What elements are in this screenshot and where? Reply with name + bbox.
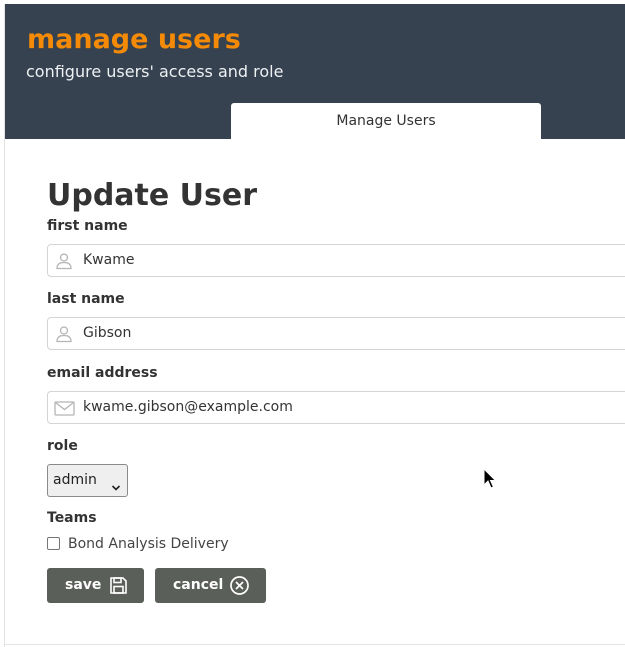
form-title: Update User [47, 178, 258, 213]
cancel-button-label: cancel [173, 577, 224, 593]
floppy-disk-icon [108, 575, 129, 596]
save-button-label: save [65, 577, 102, 593]
role-select[interactable]: admin [47, 464, 128, 497]
envelope-icon [54, 399, 75, 417]
first-name-label: first name [47, 218, 128, 234]
page: manage users configure users' access and… [0, 0, 625, 647]
page-subtitle: configure users' access and role [26, 62, 284, 81]
close-circle-icon [229, 575, 250, 596]
role-select-value: admin [53, 472, 97, 488]
mouse-cursor-icon [483, 467, 497, 490]
last-name-value: Gibson [83, 325, 132, 341]
user-icon [55, 252, 73, 270]
chevron-down-icon [111, 477, 121, 491]
content-border-bottom [4, 644, 625, 645]
team-checkbox-label[interactable]: Bond Analysis Delivery [68, 535, 229, 553]
teams-label: Teams [47, 510, 97, 526]
tab-manage-users[interactable]: Manage Users [231, 103, 541, 139]
role-label: role [47, 438, 78, 454]
email-field[interactable]: kwame.gibson@example.com [47, 391, 625, 424]
last-name-label: last name [47, 291, 125, 307]
cancel-button[interactable]: cancel [155, 568, 266, 603]
first-name-value: Kwame [83, 252, 135, 268]
user-icon [55, 325, 73, 343]
email-value: kwame.gibson@example.com [83, 399, 293, 415]
team-checkbox-bond-analysis-delivery[interactable] [47, 537, 60, 550]
page-title: manage users [27, 24, 241, 55]
save-button[interactable]: save [47, 568, 144, 603]
email-label: email address [47, 365, 158, 381]
last-name-field[interactable]: Gibson [47, 317, 625, 350]
first-name-field[interactable]: Kwame [47, 244, 625, 277]
